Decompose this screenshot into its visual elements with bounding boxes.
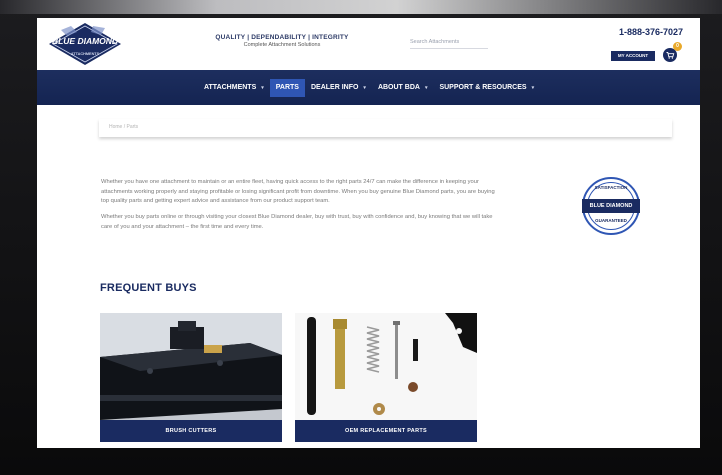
intro-text: Whether you have one attachment to maint…: [101, 178, 497, 239]
nav-item-attachments[interactable]: ATTACHMENTS ▾: [198, 79, 270, 97]
site-header: BLUE DIAMOND ATTACHMENTS QUALITY | DEPEN…: [37, 18, 700, 70]
subtagline-text: Complete Attachment Solutions: [243, 42, 321, 48]
cart-count-badge: 0: [673, 42, 682, 51]
phone-number-link[interactable]: 1-888-376-7027: [619, 27, 683, 37]
nav-item-about-bda[interactable]: ABOUT BDA ▾: [372, 79, 434, 97]
logo-brand-text: BLUE DIAMOND: [52, 36, 118, 46]
blue-diamond-logo[interactable]: BLUE DIAMOND ATTACHMENTS: [47, 22, 123, 66]
tagline-text: QUALITY | DEPENDABILITY | INTEGRITY: [215, 34, 349, 41]
intro-paragraph-2: Whether you buy parts online or through …: [101, 214, 493, 230]
nav-item-label: ATTACHMENTS: [204, 83, 257, 91]
nav-item-label: SUPPORT & RESOURCES: [439, 83, 527, 91]
nav-item-dealer-info[interactable]: DEALER INFO ▾: [305, 79, 372, 97]
browser-viewport: BLUE DIAMOND ATTACHMENTS QUALITY | DEPEN…: [37, 18, 700, 448]
product-card-label: BRUSH CUTTERS: [100, 420, 282, 442]
chevron-down-icon: ▾: [531, 84, 535, 91]
nav-menu: ATTACHMENTS ▾ PARTS DEALER INFO ▾ ABOUT …: [198, 70, 540, 105]
intro-paragraph-1: Whether you have one attachment to maint…: [101, 179, 495, 205]
breadcrumb-bar: Home / Parts: [99, 119, 672, 137]
main-navigation: ATTACHMENTS ▾ PARTS DEALER INFO ▾ ABOUT …: [37, 70, 700, 105]
chevron-down-icon: ▾: [261, 84, 264, 91]
nav-item-label: DEALER INFO: [310, 83, 359, 91]
nav-item-label: ABOUT BDA: [377, 83, 420, 91]
satisfaction-guaranteed-badge: SATISFACTION BLUE DIAMOND GUARANTEED: [582, 177, 640, 235]
badge-top-text: SATISFACTION: [594, 185, 628, 190]
brush-cutter-photo: [100, 313, 282, 420]
product-card-brush-cutters[interactable]: BRUSH CUTTERS: [100, 313, 282, 442]
my-account-button[interactable]: MY ACCOUNT: [611, 51, 655, 61]
logo-sub-text: ATTACHMENTS: [71, 52, 100, 56]
nav-item-label: PARTS: [275, 83, 299, 91]
device-top-reflection: [0, 0, 722, 14]
frequent-buys-heading: FREQUENT BUYS: [100, 282, 197, 294]
header-tagline: QUALITY | DEPENDABILITY | INTEGRITY Comp…: [207, 34, 357, 48]
product-card-label: OEM REPLACEMENT PARTS: [295, 420, 477, 442]
nav-item-parts[interactable]: PARTS: [269, 78, 305, 97]
nav-item-support-resources[interactable]: SUPPORT & RESOURCES ▾: [433, 79, 540, 97]
product-card-oem-replacement-parts[interactable]: OEM REPLACEMENT PARTS: [295, 313, 477, 442]
search-input[interactable]: Search Attachments: [410, 39, 488, 49]
chevron-down-icon: ▾: [363, 84, 366, 91]
badge-bottom-text: GUARANTEED: [595, 218, 627, 223]
badge-ribbon-text: BLUE DIAMOND: [582, 199, 640, 213]
replacement-parts-photo: [295, 313, 477, 420]
chevron-down-icon: ▾: [424, 84, 428, 91]
breadcrumb[interactable]: Home / Parts: [109, 124, 138, 130]
